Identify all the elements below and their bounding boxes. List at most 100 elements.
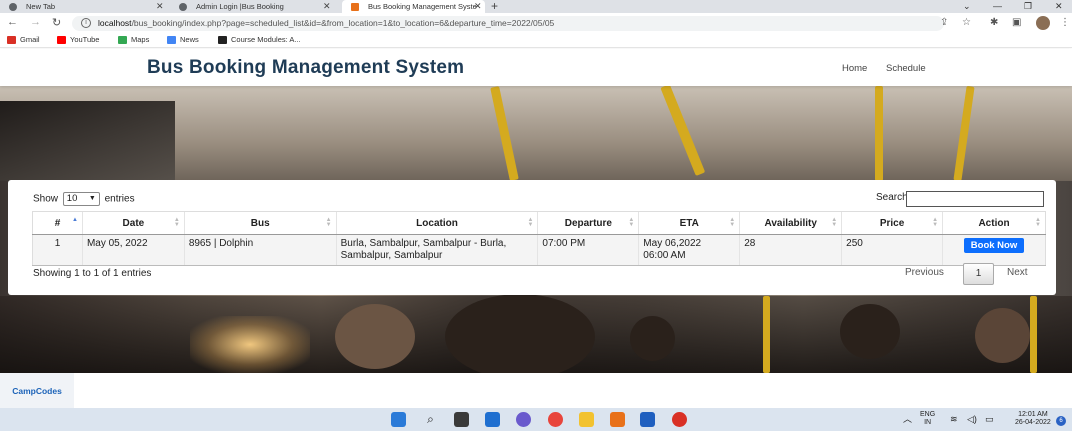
side-panel-icon[interactable]: ▣ [1012,17,1021,28]
column-header-action[interactable]: Action ▲ ▼ [942,211,1046,235]
cell-location: Burla, Sambalpur, Sambalpur - Burla, Sam… [335,234,538,266]
new-tab-plus-icon[interactable]: + [491,0,498,13]
page-length-select[interactable]: 10 ▼ [62,192,100,206]
file-explorer-icon[interactable] [579,412,594,427]
bus-window [0,101,175,181]
url-text[interactable]: localhost/bus_booking/index.php?page=sch… [98,17,554,30]
maps-icon [118,36,127,44]
column-header-date[interactable]: Date ▲ ▼ [81,211,185,235]
passenger [445,294,595,373]
bookmark-youtube[interactable]: YouTube [57,34,99,46]
footer-brand[interactable]: CampCodes [0,373,74,408]
wifi-icon[interactable]: ≋ [950,415,958,424]
volume-icon[interactable]: ◁) [967,415,977,424]
share-icon[interactable]: ⇪ [940,17,948,28]
clock-time: 12:01 AM [1018,411,1048,418]
sort-icon: ▲ ▼ [527,217,534,228]
sort-icon: ▲ ▼ [729,217,736,228]
handrail [1030,296,1037,373]
cell-date: May 05, 2022 [81,234,185,266]
cell-number: 1 [32,234,83,266]
bookmark-label: Course Modules: A... [231,35,301,44]
pagination-page-1[interactable]: 1 [963,263,994,285]
close-tab-icon[interactable]: ✕ [474,0,482,13]
battery-icon[interactable]: ▭ [985,415,994,424]
column-header-price[interactable]: Price ▲ ▼ [841,211,943,235]
language-indicator[interactable]: ENG IN [920,411,935,427]
bookmark-course-modules[interactable]: Course Modules: A... [218,34,301,46]
app-icon[interactable] [640,412,655,427]
widgets-icon[interactable] [485,412,500,427]
maximize-icon[interactable]: ❐ [1024,0,1032,13]
clock[interactable]: 12:01 AM 26-04-2022 [1015,411,1051,427]
search-input[interactable] [906,191,1044,207]
tab-admin-login[interactable]: Admin Login |Bus Booking ✕ [170,0,340,13]
bookmark-maps[interactable]: Maps [118,34,149,46]
task-view-icon[interactable] [454,412,469,427]
forward-arrow-icon[interactable]: → [30,16,41,28]
handrail [875,86,883,181]
book-now-button[interactable]: Book Now [963,238,1025,253]
bookmark-label: News [180,35,199,44]
browser-toolbar: ← → ↻ i localhost/bus_booking/index.php?… [0,13,1072,33]
search-icon[interactable]: ⌕ [423,412,438,427]
page-length-value: 10 [66,193,78,204]
site-footer: CampCodes [0,373,1072,408]
tab-title: Bus Booking Management Syste [368,2,477,11]
column-header-availability[interactable]: Availability ▲ ▼ [739,211,842,235]
site-info-icon[interactable]: i [81,18,91,28]
extensions-puzzle-icon[interactable]: ✱ [990,17,998,28]
bookmark-star-icon[interactable]: ☆ [962,17,971,28]
chrome-taskbar-icon[interactable] [548,412,563,427]
nav-schedule[interactable]: Schedule [886,63,926,74]
youtube-icon [57,36,66,44]
column-header-eta[interactable]: ETA ▲ ▼ [638,211,740,235]
windows-start-icon[interactable] [391,412,406,427]
cell-eta: May 06,2022 06:00 AM [638,234,740,266]
nav-home[interactable]: Home [842,63,867,74]
bookmark-label: Gmail [20,35,40,44]
address-bar[interactable]: i localhost/bus_booking/index.php?page=s… [72,16,944,31]
url-path: /bus_booking/index.php?page=scheduled_li… [131,18,555,28]
close-tab-icon[interactable]: ✕ [323,0,331,13]
column-header-location[interactable]: Location ▲ ▼ [335,211,538,235]
sort-icon: ▲ ▼ [325,217,332,228]
notification-badge[interactable]: 6 [1056,416,1066,426]
tab-search-chevron-icon[interactable]: ⌄ [963,0,971,13]
sort-icon: ▲ ▼ [1035,217,1041,228]
bookmark-label: YouTube [70,35,100,44]
course-icon [218,36,227,44]
menu-kebab-icon[interactable]: ⋮ [1060,17,1070,28]
xampp-icon[interactable] [610,412,625,427]
page-length-control: Show 10 ▼ entries [33,192,135,206]
column-header-bus[interactable]: Bus ▲ ▼ [183,211,337,235]
back-arrow-icon[interactable]: ← [7,16,18,28]
clock-date: 26-04-2022 [1015,419,1051,426]
teams-chat-icon[interactable] [516,412,531,427]
pagination-previous[interactable]: Previous [905,263,944,283]
bookmark-news[interactable]: News [167,34,199,46]
minimize-icon[interactable]: — [993,0,1002,13]
chrome-icon [9,3,17,11]
pagination-next[interactable]: Next [1007,263,1028,283]
passenger [975,308,1030,363]
chrome-profile-taskbar-icon[interactable] [672,412,687,427]
sunlight-glow [190,316,310,373]
table-header-row: # ▲ Date ▲ ▼ Bus ▲ ▼ Location ▲ ▼ Departure ▲ ▼ E… [32,211,1046,235]
gmail-icon [7,36,16,44]
column-header-departure[interactable]: Departure ▲ ▼ [537,211,639,235]
site-brand[interactable]: Bus Booking Management System [147,57,464,79]
close-tab-icon[interactable]: ✕ [156,0,164,13]
tab-bus-booking[interactable]: Bus Booking Management Syste ✕ [342,0,485,13]
column-header-number[interactable]: # ▲ [32,211,83,235]
tab-new-tab[interactable]: New Tab ✕ [0,0,165,13]
bookmark-gmail[interactable]: Gmail [7,34,40,46]
sort-icon: ▲ ▼ [628,217,635,228]
reload-icon[interactable]: ↻ [52,16,61,29]
window-close-icon[interactable]: ✕ [1055,0,1063,13]
tray-chevron-up-icon[interactable]: ︿ [903,415,912,424]
bookmarks-bar: Gmail YouTube Maps News Course Modules: … [0,33,1072,48]
news-icon [167,36,176,44]
lang-bottom: IN [924,419,932,426]
profile-avatar[interactable] [1036,16,1050,30]
